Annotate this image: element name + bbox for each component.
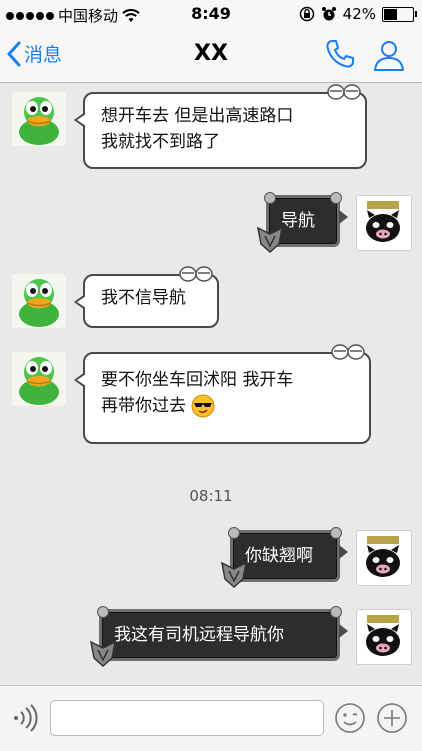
message-text: 你缺翘啊 (245, 546, 313, 566)
green-duck-avatar-icon (12, 352, 66, 406)
message-bubble-outgoing[interactable]: 你缺翘啊 (220, 527, 348, 589)
battery-icon (382, 6, 417, 22)
message-input[interactable] (50, 700, 324, 736)
black-pig-avatar-icon (366, 615, 400, 656)
peeking-eyes-icon (179, 266, 213, 282)
nav-bar: 消息 XX (0, 28, 422, 83)
message-text-line: 要不你坐车回沭阳 我开车 (101, 370, 294, 390)
bubble-tail (74, 372, 86, 388)
status-bar: 中国移动 8:49 42% (0, 0, 422, 28)
message-text: 导航 (281, 211, 315, 231)
message-text-line: 再带你过去 (101, 396, 186, 416)
my-avatar[interactable] (356, 609, 412, 665)
contact-avatar[interactable] (12, 92, 66, 146)
contact-avatar[interactable] (12, 352, 66, 406)
smiley-icon[interactable] (334, 702, 366, 734)
rivet-decoration (330, 606, 342, 618)
rivet-decoration (228, 527, 240, 539)
green-duck-avatar-icon (12, 274, 66, 328)
sunglasses-emoji-icon (191, 394, 215, 418)
person-icon[interactable] (372, 38, 406, 72)
battery-fill (384, 8, 397, 20)
alarm-icon (321, 7, 336, 21)
message-bubble-incoming[interactable]: 想开车去 但是出高速路口 我就找不到路了 (74, 84, 367, 169)
battery-percent: 42% (342, 5, 376, 23)
message-bubble-incoming[interactable]: 要不你坐车回沭阳 我开车 再带你过去 (74, 344, 371, 444)
message-text-line: 我不信导航 (101, 288, 186, 308)
bubble-tail (339, 210, 348, 224)
input-bar (0, 685, 422, 751)
bubble-tail (74, 294, 86, 310)
phone-icon[interactable] (324, 38, 356, 70)
status-right: 42% (299, 5, 417, 23)
rivet-decoration (264, 192, 276, 204)
black-pig-avatar-icon (366, 201, 400, 242)
message-bubble-outgoing[interactable]: 我这有司机远程导航你 (89, 606, 348, 668)
message-bubble-incoming[interactable]: 我不信导航 (74, 266, 219, 328)
my-avatar[interactable] (356, 195, 412, 251)
decepticon-badge-icon (89, 640, 117, 668)
rivet-decoration (330, 192, 342, 204)
green-duck-avatar-icon (12, 92, 66, 146)
black-pig-avatar-icon (366, 536, 400, 577)
message-text-line: 想开车去 但是出高速路口 (101, 106, 294, 126)
chat-title: XX (194, 41, 228, 66)
message-text: 我这有司机远程导航你 (114, 625, 284, 645)
plus-icon[interactable] (376, 702, 408, 734)
rivet-decoration (97, 606, 109, 618)
rivet-decoration (330, 527, 342, 539)
message-bubble-outgoing[interactable]: 导航 (256, 192, 348, 254)
chat-timestamp: 08:11 (189, 487, 233, 505)
bubble-tail (339, 624, 348, 638)
my-avatar[interactable] (356, 530, 412, 586)
decepticon-badge-icon (220, 561, 248, 589)
rotation-lock-icon (299, 6, 314, 22)
bubble-tail (74, 112, 86, 128)
peeking-eyes-icon (327, 84, 361, 100)
decepticon-badge-icon (256, 226, 284, 254)
message-text-line: 我就找不到路了 (101, 132, 220, 152)
peeking-eyes-icon (331, 344, 365, 360)
bubble-tail (339, 545, 348, 559)
contact-avatar[interactable] (12, 274, 66, 328)
message-text-row: 再带你过去 (101, 393, 355, 419)
voice-icon[interactable] (12, 704, 38, 732)
